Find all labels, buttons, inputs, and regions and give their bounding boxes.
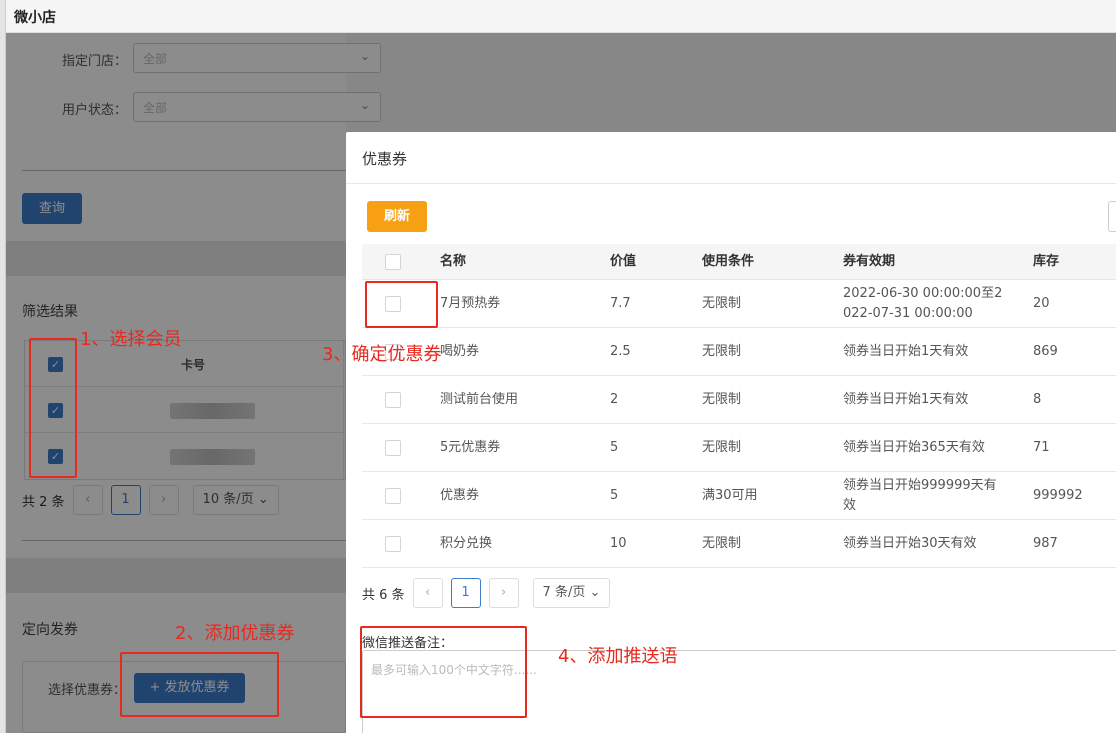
coupon-condition: 无限制 (702, 535, 742, 551)
modal-title: 优惠券 (362, 150, 408, 168)
coupon-validity: 领券当日开始1天有效 (843, 391, 969, 407)
annotation-box-remark (360, 626, 527, 718)
coupon-stock: 71 (1033, 439, 1050, 455)
select-all-checkbox[interactable] (385, 253, 401, 270)
coupon-total: 共 6 条 (362, 587, 405, 603)
table-row[interactable]: 7月预热券 7.7 无限制 2022-06-30 00:00:00至2022-0… (362, 280, 1116, 328)
refresh-button[interactable]: 刷新 (367, 201, 427, 232)
row-checkbox[interactable] (385, 535, 401, 552)
coupon-condition: 无限制 (702, 295, 742, 311)
annotation-step3: 3、确定优惠券 (322, 344, 442, 365)
annotation-step1: 1、选择会员 (80, 329, 182, 350)
coupon-table: 名称 价值 使用条件 券有效期 库存 7月预热券 7.7 无限制 2022-06… (362, 244, 1116, 568)
coupon-stock: 8 (1033, 391, 1042, 407)
app-title: 微小店 (14, 10, 56, 26)
prev-page-button[interactable]: ‹ (412, 578, 443, 608)
annotation-box-issue (120, 652, 279, 717)
coupon-validity: 领券当日开始999999天有效 (843, 477, 997, 513)
column-header-validity: 券有效期 (843, 253, 896, 269)
modal-header: 优惠券 (346, 132, 1116, 184)
table-row[interactable]: 喝奶券 2.5 无限制 领券当日开始1天有效 869 (362, 328, 1116, 376)
coupon-value: 5 (610, 487, 619, 503)
table-row[interactable]: 测试前台使用 2 无限制 领券当日开始1天有效 8 (362, 376, 1116, 424)
page-size-select[interactable]: 7 条/页 ⌄ (532, 578, 611, 608)
coupon-pagination: 共 6 条 ‹ 1 › 7 条/页 ⌄ (362, 578, 611, 608)
table-row[interactable]: 积分兑换 10 无限制 领券当日开始30天有效 987 (362, 520, 1116, 568)
coupon-table-header: 名称 价值 使用条件 券有效期 库存 (362, 244, 1116, 280)
toolbar-button[interactable] (1108, 201, 1116, 232)
window-left-edge (0, 0, 6, 733)
coupon-validity: 领券当日开始30天有效 (843, 535, 977, 551)
coupon-name: 积分兑换 (440, 535, 493, 551)
annotation-step4: 4、添加推送语 (558, 646, 678, 667)
table-row[interactable]: 优惠券 5 满30可用 领券当日开始999999天有效 999992 (362, 472, 1116, 520)
coupon-validity: 领券当日开始365天有效 (843, 439, 985, 455)
coupon-stock: 20 (1033, 295, 1050, 311)
coupon-name: 喝奶券 (440, 343, 480, 359)
row-checkbox[interactable] (385, 439, 401, 456)
next-page-button[interactable]: › (488, 578, 519, 608)
annotation-box-coupon (365, 281, 438, 328)
annotation-step2: 2、添加优惠券 (175, 623, 295, 644)
coupon-value: 2.5 (610, 343, 631, 359)
coupon-value: 10 (610, 535, 627, 551)
coupon-stock: 869 (1033, 343, 1058, 359)
column-header-condition: 使用条件 (702, 253, 755, 269)
coupon-validity: 领券当日开始1天有效 (843, 343, 969, 359)
annotation-box-members (29, 338, 77, 478)
column-header-name: 名称 (440, 253, 467, 269)
coupon-stock: 987 (1033, 535, 1058, 551)
coupon-validity: 2022-06-30 00:00:00至2022-07-31 00:00:00 (843, 285, 1003, 321)
coupon-name: 5元优惠券 (440, 439, 501, 455)
coupon-name: 优惠券 (440, 487, 480, 503)
coupon-stock: 999992 (1033, 487, 1083, 503)
table-row[interactable]: 5元优惠券 5 无限制 领券当日开始365天有效 71 (362, 424, 1116, 472)
column-header-value: 价值 (610, 253, 637, 269)
row-checkbox[interactable] (385, 391, 401, 408)
coupon-condition: 满30可用 (702, 487, 758, 503)
coupon-condition: 无限制 (702, 391, 742, 407)
app-title-bar: 微小店 (0, 0, 1116, 33)
coupon-name: 7月预热券 (440, 295, 501, 311)
page-1-button[interactable]: 1 (450, 578, 481, 608)
coupon-value: 5 (610, 439, 619, 455)
coupon-condition: 无限制 (702, 343, 742, 359)
coupon-value: 7.7 (610, 295, 631, 311)
coupon-condition: 无限制 (702, 439, 742, 455)
coupon-value: 2 (610, 391, 619, 407)
column-header-stock: 库存 (1033, 253, 1060, 269)
coupon-name: 测试前台使用 (440, 391, 519, 407)
row-checkbox[interactable] (385, 487, 401, 504)
